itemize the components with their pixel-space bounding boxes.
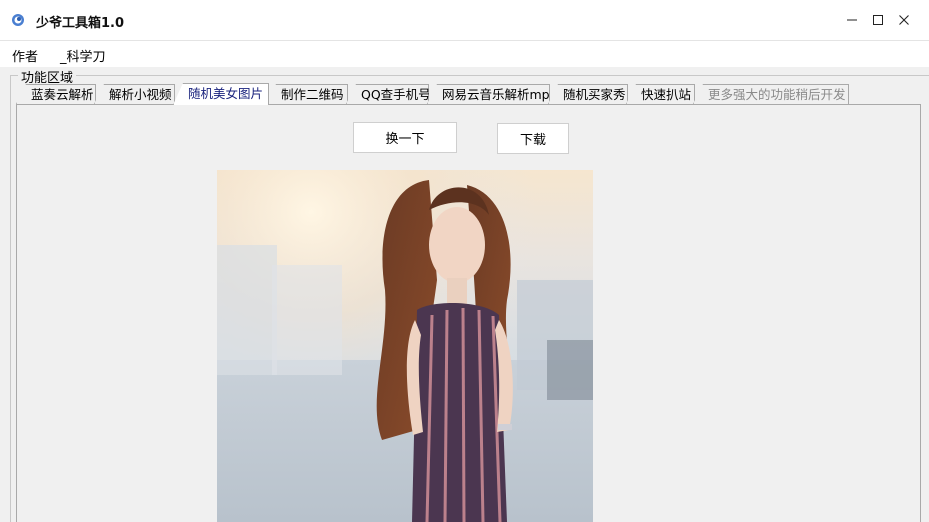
tab-strip: 蓝奏云解析 解析小视频 随机美女图片 制作二维码 QQ查手机号 网易云音乐解析m… [16, 83, 921, 105]
minimize-button[interactable] [838, 0, 866, 40]
photo-illustration [217, 170, 593, 522]
minimize-icon [847, 19, 857, 21]
title-bar: 少爷工具箱1.0 [0, 0, 929, 41]
tab-more-coming: 更多强大的功能稍后开发 [693, 84, 849, 104]
close-button[interactable] [890, 0, 918, 40]
tab-random-photo[interactable]: 随机美女图片 [173, 83, 269, 105]
close-icon [899, 15, 909, 25]
tab-buyer-show[interactable]: 随机买家秀 [548, 84, 628, 104]
app-logo-icon [11, 13, 25, 27]
download-button[interactable]: 下载 [497, 123, 569, 154]
tab-netease-music-parse[interactable]: 网易云音乐解析mp3 [427, 84, 550, 104]
menu-item-kexuedao[interactable]: _科学刀 [60, 46, 106, 65]
tab-lanzou-parse[interactable]: 蓝奏云解析 [16, 84, 96, 104]
menu-bar: 作者 _科学刀 [0, 41, 929, 67]
maximize-icon [873, 15, 883, 25]
random-photo-image [217, 170, 593, 522]
tab-short-video-parse[interactable]: 解析小视频 [94, 84, 175, 104]
tab-qq-phone-lookup[interactable]: QQ查手机号 [346, 84, 429, 104]
window-title: 少爷工具箱1.0 [36, 16, 125, 31]
tab-make-qrcode[interactable]: 制作二维码 [266, 84, 348, 104]
refresh-button[interactable]: 换一下 [353, 122, 457, 153]
tab-site-clone[interactable]: 快速扒站 [626, 84, 695, 104]
maximize-button[interactable] [864, 0, 892, 40]
menu-item-author[interactable]: 作者 [12, 46, 38, 65]
